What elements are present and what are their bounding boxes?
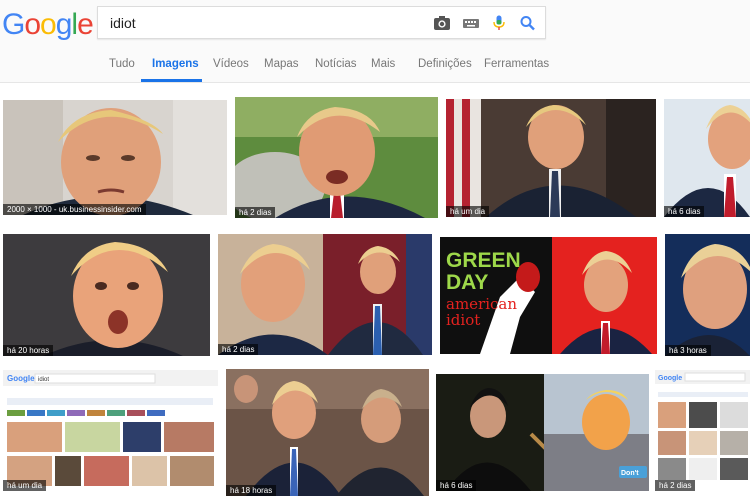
result-caption: há 2 dias bbox=[218, 344, 259, 355]
result-caption: há 6 dias bbox=[664, 206, 705, 217]
camera-icon[interactable] bbox=[433, 15, 451, 31]
tab-settings[interactable]: Definições bbox=[418, 58, 472, 70]
image-result[interactable]: Google há 2 dias bbox=[655, 370, 750, 491]
tab-all[interactable]: Tudo bbox=[109, 58, 135, 70]
result-thumbnail: Google idiot bbox=[3, 370, 218, 491]
image-result[interactable]: Don't há 6 dias bbox=[436, 374, 649, 491]
result-thumbnail bbox=[226, 369, 429, 496]
logo-letter: g bbox=[55, 8, 73, 41]
result-thumbnail: GREEN DAY american idiot bbox=[440, 237, 657, 354]
tab-videos[interactable]: Vídeos bbox=[213, 58, 249, 70]
tab-news[interactable]: Notícias bbox=[315, 58, 357, 70]
result-caption: há 18 horas bbox=[226, 485, 277, 496]
logo-letter: G bbox=[2, 8, 25, 41]
microphone-icon[interactable] bbox=[490, 15, 508, 31]
result-thumbnail: Google bbox=[655, 370, 750, 491]
result-caption: há 2 dias bbox=[235, 207, 276, 218]
tab-tools[interactable]: Ferramentas bbox=[484, 58, 549, 70]
search-input[interactable] bbox=[110, 14, 410, 32]
search-tabs: Tudo Imagens Vídeos Mapas Notícias Mais … bbox=[0, 54, 750, 82]
header: Google Tudo Imagens Vídeos Mapas bbox=[0, 0, 750, 83]
result-caption: há um dia bbox=[3, 480, 47, 491]
logo-letter: e bbox=[77, 8, 94, 41]
image-result[interactable]: há um dia bbox=[446, 99, 656, 217]
result-caption: há 20 horas bbox=[3, 345, 54, 356]
mini-google-logo: Google bbox=[658, 375, 682, 382]
result-thumbnail bbox=[218, 234, 432, 355]
logo-letter: o bbox=[40, 8, 57, 41]
result-thumbnail bbox=[664, 99, 750, 217]
tab-maps[interactable]: Mapas bbox=[264, 58, 299, 70]
google-logo[interactable]: Google bbox=[2, 8, 94, 42]
image-result[interactable]: há 2 dias bbox=[235, 97, 438, 218]
logo-letter: o bbox=[24, 8, 41, 41]
result-thumbnail bbox=[446, 99, 656, 217]
result-caption: há 3 horas bbox=[665, 345, 711, 356]
result-thumbnail bbox=[665, 234, 750, 356]
keyboard-icon[interactable] bbox=[462, 15, 480, 31]
result-caption: 2000 × 1000 - uk.businessinsider.com bbox=[3, 204, 146, 215]
result-caption: há 2 dias bbox=[655, 480, 696, 491]
protest-sign-text: Don't bbox=[621, 470, 639, 477]
album-title-line1: GREEN bbox=[446, 249, 521, 272]
image-result[interactable]: há 18 horas bbox=[226, 369, 429, 496]
search-box[interactable] bbox=[97, 6, 546, 39]
active-tab-indicator bbox=[141, 79, 202, 82]
result-thumbnail bbox=[3, 234, 210, 356]
image-result[interactable]: 2000 × 1000 - uk.businessinsider.com bbox=[3, 100, 227, 215]
result-caption: há um dia bbox=[446, 206, 490, 217]
image-result[interactable]: há 20 horas bbox=[3, 234, 210, 356]
image-result[interactable]: há 6 dias bbox=[664, 99, 750, 217]
tab-images[interactable]: Imagens bbox=[152, 58, 199, 70]
mini-search-text: idiot bbox=[38, 377, 49, 383]
result-thumbnail: Don't bbox=[436, 374, 649, 491]
image-result[interactable]: Google idiot há um dia bbox=[3, 370, 218, 491]
result-thumbnail bbox=[235, 97, 438, 218]
result-caption: há 6 dias bbox=[436, 480, 477, 491]
album-title-line2: DAY bbox=[446, 271, 488, 294]
search-icon[interactable] bbox=[519, 15, 537, 31]
result-thumbnail bbox=[3, 100, 227, 215]
tab-more[interactable]: Mais bbox=[371, 58, 395, 70]
album-subtitle-line2: idiot bbox=[446, 311, 480, 329]
image-result[interactable]: GREEN DAY american idiot bbox=[440, 237, 657, 354]
image-result[interactable]: há 3 horas bbox=[665, 234, 750, 356]
image-result[interactable]: há 2 dias bbox=[218, 234, 432, 355]
mini-google-logo: Google bbox=[7, 374, 35, 383]
